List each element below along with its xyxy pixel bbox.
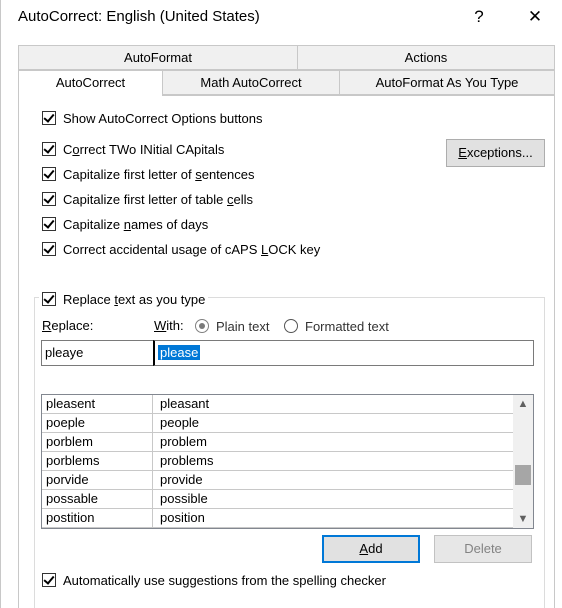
list-item[interactable]: porvide provide — [42, 471, 513, 490]
tab-autoformat[interactable]: AutoFormat — [18, 45, 298, 70]
formatted-text-radio[interactable]: Formatted text — [284, 317, 389, 335]
radio-button[interactable] — [195, 319, 209, 333]
with-label: With: — [154, 318, 184, 333]
window-title: AutoCorrect: English (United States) — [18, 8, 260, 25]
with-input-value: please — [158, 345, 201, 360]
checkbox-box[interactable] — [42, 142, 56, 156]
entry-replace-cell: porblem — [42, 433, 153, 452]
delete-button-label: Delete — [464, 541, 502, 556]
exceptions-button[interactable]: Exceptions... — [446, 139, 545, 167]
checkbox-box[interactable] — [42, 192, 56, 206]
checkbox-label: Capitalize names of days — [63, 216, 209, 232]
tab-label: AutoFormat As You Type — [375, 75, 519, 90]
entry-with-cell: problems — [160, 453, 214, 468]
tab-label: AutoFormat — [124, 50, 192, 65]
list-item[interactable]: porblem problem — [42, 433, 513, 452]
checkbox-label: Capitalize first letter of sentences — [63, 166, 255, 182]
checkbox-label: Replace text as you type — [63, 291, 206, 307]
radio-button[interactable] — [284, 319, 298, 333]
entry-replace-cell: poeple — [42, 414, 153, 433]
entry-with-cell: provide — [160, 472, 203, 487]
tab-actions[interactable]: Actions — [297, 45, 555, 70]
tab-autocorrect[interactable]: AutoCorrect — [18, 70, 163, 96]
checkbox-label: Capitalize first letter of table cells — [63, 191, 254, 207]
caps-lock-checkbox[interactable]: Correct accidental usage of cAPS LOCK ke… — [42, 240, 320, 258]
entry-with-cell: possible — [160, 491, 208, 506]
list-item[interactable]: pleasent pleasant — [42, 395, 513, 414]
list-item[interactable]: poeple people — [42, 414, 513, 433]
checkbox-box[interactable] — [42, 242, 56, 256]
replace-input[interactable]: pleaye — [41, 340, 154, 366]
checkbox-label: Show AutoCorrect Options buttons — [63, 110, 263, 126]
checkbox-box[interactable] — [42, 292, 56, 306]
tab-label: Math AutoCorrect — [200, 75, 302, 90]
spelling-suggestions-checkbox[interactable]: Automatically use suggestions from the s… — [42, 571, 386, 589]
replace-text-checkbox[interactable]: Replace text as you type — [39, 290, 209, 308]
radio-label: Formatted text — [305, 318, 389, 334]
correct-two-initial-capitals-checkbox[interactable]: Correct TWo INitial CApitals — [42, 140, 224, 158]
scroll-up-icon[interactable]: ▲ — [513, 395, 533, 413]
capitalize-days-checkbox[interactable]: Capitalize names of days — [42, 215, 208, 233]
tab-label: AutoCorrect — [55, 75, 126, 90]
capitalize-sentences-checkbox[interactable]: Capitalize first letter of sentences — [42, 165, 254, 183]
checkbox-box[interactable] — [42, 111, 56, 125]
delete-button[interactable]: Delete — [434, 535, 532, 563]
vertical-scrollbar[interactable]: ▲ ▼ — [513, 395, 533, 528]
checkbox-box[interactable] — [42, 573, 56, 587]
entry-with-cell: position — [160, 510, 205, 525]
help-icon[interactable]: ? — [461, 4, 497, 30]
scroll-down-icon[interactable]: ▼ — [513, 510, 533, 528]
show-autocorrect-options-checkbox[interactable]: Show AutoCorrect Options buttons — [42, 109, 262, 127]
list-item[interactable]: porblems problems — [42, 452, 513, 471]
entry-replace-cell: porblems — [42, 452, 153, 471]
checkbox-label: Correct accidental usage of cAPS LOCK ke… — [63, 241, 321, 257]
replace-input-value: pleaye — [45, 345, 84, 360]
add-button[interactable]: Add — [322, 535, 420, 563]
list-item[interactable]: postition position — [42, 509, 513, 528]
title-bar: AutoCorrect: English (United States) ? ✕ — [0, 0, 562, 34]
entry-replace-cell: possable — [42, 490, 153, 509]
checkbox-box[interactable] — [42, 167, 56, 181]
with-input[interactable]: please — [153, 340, 534, 366]
entry-with-cell: people — [160, 415, 200, 430]
entry-replace-cell: porvide — [42, 471, 153, 490]
checkbox-label: Correct TWo INitial CApitals — [63, 141, 225, 157]
tab-math-autocorrect[interactable]: Math AutoCorrect — [162, 70, 340, 95]
scrollbar-thumb[interactable] — [515, 465, 531, 485]
replace-label: Replace: — [42, 318, 94, 333]
list-item[interactable]: possable possible — [42, 490, 513, 509]
radio-label: Plain text — [216, 318, 270, 334]
entry-with-cell: problem — [160, 434, 207, 449]
checkbox-label: Automatically use suggestions from the s… — [63, 572, 386, 588]
entry-with-cell: pleasant — [160, 396, 210, 411]
autocorrect-entries-list[interactable]: pleasent pleasant poeple people porblem probl… — [41, 394, 534, 529]
checkbox-box[interactable] — [42, 217, 56, 231]
entry-replace-cell: pleasent — [42, 395, 153, 414]
capitalize-table-cells-checkbox[interactable]: Capitalize first letter of table cells — [42, 190, 253, 208]
entry-replace-cell: postition — [42, 509, 153, 528]
tab-autoformat-as-you-type[interactable]: AutoFormat As You Type — [339, 70, 555, 95]
tab-label: Actions — [404, 50, 448, 65]
close-icon[interactable]: ✕ — [517, 4, 553, 30]
plain-text-radio[interactable]: Plain text — [195, 317, 269, 335]
